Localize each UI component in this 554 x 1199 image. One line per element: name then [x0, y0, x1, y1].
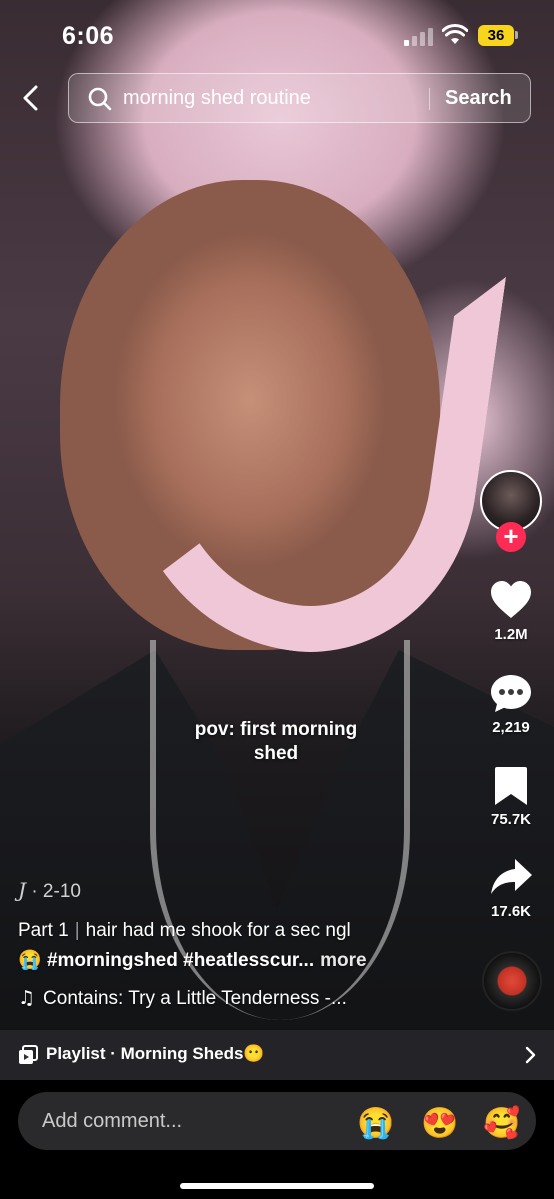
playlist-label[interactable]: Playlist · Morning Sheds😶 [46, 1044, 265, 1064]
bookmark-icon[interactable] [489, 764, 533, 808]
caption-text: hair had me shook for a sec ngl [85, 920, 351, 941]
playlist-bar[interactable]: Playlist · Morning Sheds😶 [0, 1030, 554, 1080]
comment-icon[interactable] [489, 672, 533, 716]
sound-line[interactable]: ♫ Contains: Try a Little Tenderness -... [18, 987, 347, 1010]
heart-icon[interactable] [489, 578, 533, 622]
emoji-smiling-hearts-button[interactable]: 🥰 [482, 1104, 522, 1144]
playlist-icon [19, 1045, 38, 1064]
follow-plus-button[interactable]: + [496, 522, 526, 552]
caption-line: Part 1 | hair had me shook for a sec ngl [18, 920, 351, 942]
home-indicator [180, 1183, 374, 1189]
emoji-heart-eyes-button[interactable]: 😍 [420, 1104, 460, 1144]
comment-bar: Add comment... 😭 😍 🥰 [0, 1080, 554, 1199]
share-count: 17.6K [490, 903, 532, 920]
video-overlay-text: pov: first morning shed [194, 719, 358, 764]
chevron-right-icon[interactable] [522, 1046, 540, 1064]
search-input[interactable]: morning shed routine Search [68, 73, 531, 123]
add-comment-input[interactable]: Add comment... 😭 😍 🥰 [18, 1092, 536, 1150]
cellular-signal-icon [404, 26, 434, 46]
save-count: 75.7K [490, 811, 532, 828]
search-icon [88, 87, 112, 111]
sound-disc[interactable] [482, 951, 542, 1011]
like-count: 1.2M [494, 626, 528, 643]
comment-count: 2,219 [492, 719, 530, 736]
comment-placeholder: Add comment... [42, 1110, 183, 1132]
search-divider [429, 88, 430, 110]
post-date: · 2-10 [31, 881, 81, 902]
caption-separator: | [74, 920, 80, 941]
sound-title[interactable]: Contains: Try a Little Tenderness -... [43, 988, 347, 1009]
status-time: 6:06 [62, 22, 115, 50]
post-author[interactable]: J [18, 878, 26, 902]
post-meta: J · 2-10 [18, 878, 81, 903]
caption-emoji: 😭 [18, 950, 42, 971]
battery-nub [515, 31, 518, 39]
battery-icon: 36 [478, 25, 514, 46]
search-button[interactable]: Search [445, 87, 512, 110]
back-chevron-icon[interactable] [18, 84, 46, 112]
emoji-crying-button[interactable]: 😭 [356, 1104, 396, 1144]
hashtag-line: 😭 #morningshed #heatlesscur... more [18, 948, 367, 972]
search-query[interactable]: morning shed routine [123, 87, 311, 110]
share-arrow-icon[interactable] [489, 855, 533, 899]
more-link[interactable]: more [320, 950, 366, 971]
music-note-icon: ♫ [18, 987, 36, 1009]
wifi-icon [442, 24, 468, 44]
status-bar: 6:06 36 [0, 0, 554, 70]
hashtags[interactable]: #morningshed #heatlesscur... [47, 950, 314, 971]
caption-part: Part 1 [18, 920, 69, 941]
